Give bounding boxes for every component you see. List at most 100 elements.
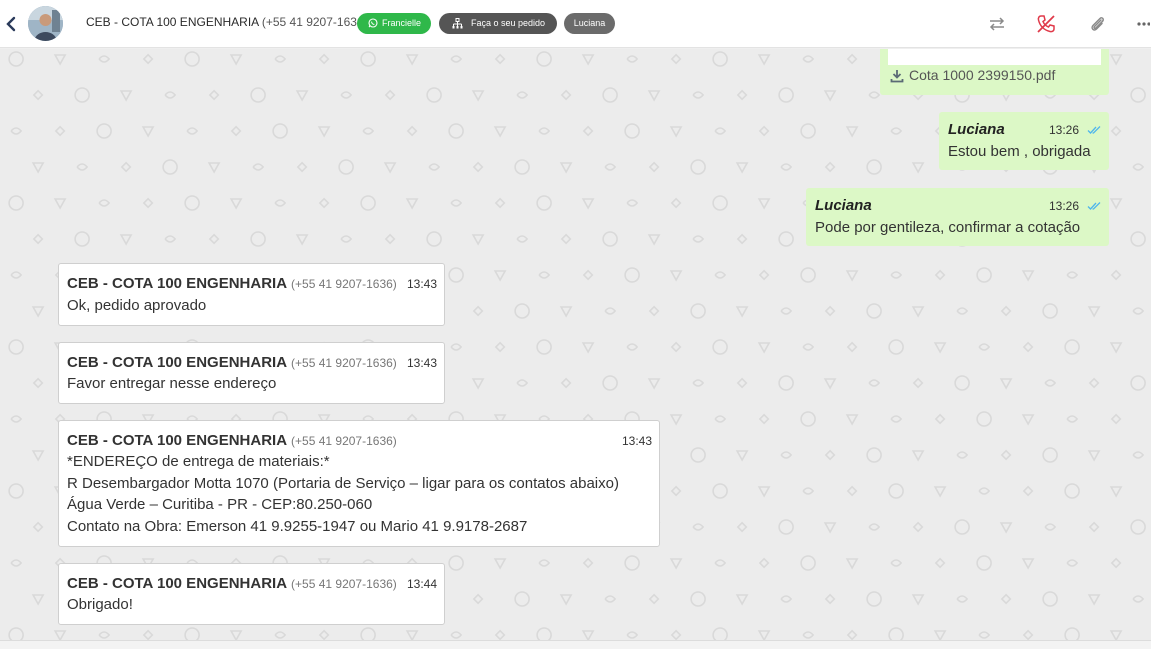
message-sender: CEB - COTA 100 ENGENHARIA (+55 41 9207-16… xyxy=(67,275,397,292)
pattern-doodle xyxy=(559,162,573,174)
incoming-message: CEB - COTA 100 ENGENHARIA (+55 41 9207-16… xyxy=(58,263,445,326)
pattern-doodle xyxy=(690,159,706,175)
pattern-doodle xyxy=(448,555,464,571)
pattern-doodle xyxy=(340,235,353,243)
pattern-doodle xyxy=(780,595,793,603)
pattern-doodle xyxy=(32,377,44,389)
pattern-doodle xyxy=(714,127,727,135)
pattern-doodle xyxy=(360,627,376,640)
message-line: R Desembargador Motta 1070 (Portaria de … xyxy=(67,474,619,492)
pattern-doodle xyxy=(230,125,242,137)
pattern-doodle xyxy=(10,415,23,423)
pattern-doodle xyxy=(581,630,595,640)
outgoing-message: Luciana 13:26 Pode por gentileza, confir… xyxy=(806,188,1109,246)
pattern-doodle xyxy=(141,126,155,138)
pattern-doodle xyxy=(778,87,794,103)
message-sender: Luciana xyxy=(815,197,872,214)
message-sender: CEB - COTA 100 ENGENHARIA (+55 41 9207-16… xyxy=(67,432,397,449)
chat-area[interactable]: Cota 1000 2399150.pdf Luciana 13:26 Esto… xyxy=(0,49,1151,640)
pattern-doodle xyxy=(712,339,728,355)
pattern-doodle xyxy=(1022,629,1034,640)
pattern-doodle xyxy=(868,91,881,99)
pattern-doodle xyxy=(1109,198,1123,210)
pattern-doodle xyxy=(648,593,660,605)
pattern-doodle xyxy=(32,89,44,101)
pattern-doodle xyxy=(890,415,903,423)
pattern-doodle xyxy=(714,559,727,567)
pattern-doodle xyxy=(493,558,507,570)
pattern-doodle xyxy=(582,557,594,569)
pattern-doodle xyxy=(581,54,595,66)
pattern-doodle xyxy=(602,87,618,103)
agent-tag-label: Francielle xyxy=(382,18,422,28)
pattern-doodle xyxy=(229,630,243,640)
attachment-filename[interactable]: Cota 1000 2399150.pdf xyxy=(909,67,1055,83)
pattern-doodle xyxy=(274,55,287,63)
back-chevron-icon[interactable] xyxy=(4,15,18,33)
pattern-doodle xyxy=(536,339,552,355)
message-time: 13:26 xyxy=(1049,199,1080,213)
pattern-doodle xyxy=(736,377,748,389)
read-ticks-icon xyxy=(1087,202,1101,210)
pattern-doodle xyxy=(624,555,640,571)
pattern-doodle xyxy=(538,127,551,135)
pattern-doodle xyxy=(450,631,463,639)
pattern-doodle xyxy=(184,51,200,67)
pattern-doodle xyxy=(604,595,617,603)
pattern-doodle xyxy=(1044,523,1057,531)
assignee-tag[interactable]: Luciana xyxy=(564,13,615,34)
message-text: Favor entregar nesse endereço xyxy=(67,375,277,392)
pattern-doodle xyxy=(933,342,947,354)
pattern-doodle xyxy=(1064,483,1080,499)
pattern-doodle xyxy=(714,271,727,279)
pattern-doodle xyxy=(560,377,572,389)
pattern-doodle xyxy=(1109,342,1123,354)
pattern-doodle xyxy=(98,199,111,207)
pattern-doodle xyxy=(1000,449,1012,461)
pattern-doodle xyxy=(626,55,639,63)
pattern-doodle xyxy=(164,235,177,243)
contact-phone: (+55 41 9207-1636) xyxy=(261,15,368,29)
pattern-doodle xyxy=(954,519,970,535)
pattern-doodle xyxy=(823,90,837,102)
pattern-doodle xyxy=(1087,594,1101,606)
message-time: 13:26 xyxy=(1049,123,1080,137)
pattern-doodle xyxy=(1110,269,1122,281)
message-time: 13:43 xyxy=(622,434,653,448)
more-icon[interactable] xyxy=(1136,14,1150,34)
sender-phone: (+55 41 9207-1636) xyxy=(291,434,397,448)
pattern-doodle xyxy=(778,231,794,247)
avatar[interactable] xyxy=(28,6,63,41)
download-icon[interactable] xyxy=(890,69,904,83)
pattern-doodle xyxy=(1132,595,1145,603)
pattern-doodle xyxy=(229,198,243,210)
end-call-icon[interactable] xyxy=(1036,14,1056,34)
pattern-doodle xyxy=(648,305,660,317)
flow-tag[interactable]: Faça o seu pedido xyxy=(439,13,557,34)
pattern-doodle xyxy=(10,271,23,279)
pattern-doodle xyxy=(778,375,794,391)
pattern-doodle xyxy=(845,126,859,138)
pattern-doodle xyxy=(8,627,24,640)
pattern-doodle xyxy=(252,163,265,171)
pattern-doodle xyxy=(74,87,90,103)
message-text: Pode por gentileza, confirmar a cotação xyxy=(815,219,1081,236)
pattern-doodle xyxy=(119,90,133,102)
pattern-doodle xyxy=(735,594,749,606)
pattern-doodle xyxy=(53,54,67,66)
pattern-doodle xyxy=(471,90,485,102)
pattern-doodle xyxy=(978,487,991,495)
agent-tag[interactable]: Francielle xyxy=(357,13,431,34)
transfer-icon[interactable] xyxy=(987,14,1007,34)
pattern-doodle xyxy=(53,630,67,640)
flow-tag-label: Faça o seu pedido xyxy=(471,18,546,28)
pattern-doodle xyxy=(911,162,925,174)
pattern-doodle xyxy=(119,234,133,246)
pattern-doodle xyxy=(208,233,220,245)
pattern-doodle xyxy=(712,51,728,67)
message-text: Ok, pedido aprovado xyxy=(67,297,207,314)
pattern-doodle xyxy=(956,595,969,603)
message-sender: Luciana xyxy=(948,121,1005,138)
pattern-doodle xyxy=(624,267,640,283)
attachment-icon[interactable] xyxy=(1087,14,1107,34)
